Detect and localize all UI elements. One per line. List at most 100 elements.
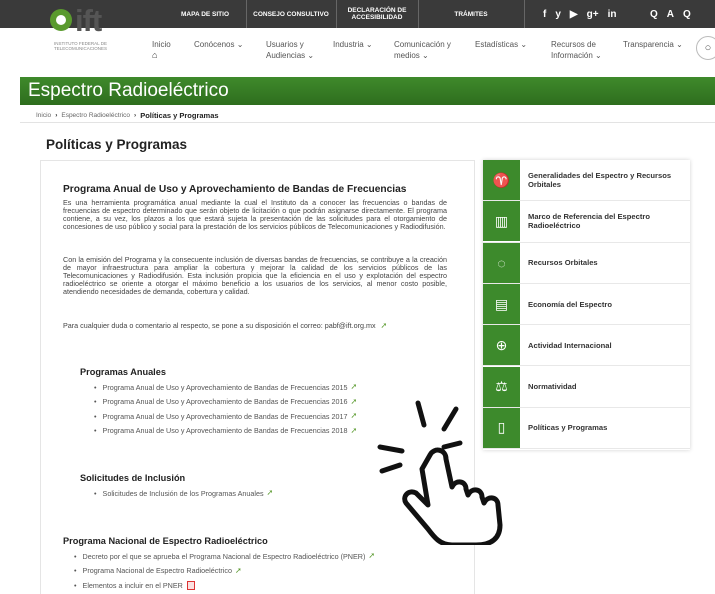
side-item-label: Economía del Espectro (528, 299, 612, 309)
zoom-out-icon[interactable]: Q (650, 9, 658, 20)
link-text: Programa Anual de Uso y Aprovechamiento … (102, 426, 348, 436)
side-item-recursos-orbitales[interactable]: ◌ Recursos Orbitales (483, 242, 690, 284)
youtube-icon[interactable]: ▶ (570, 9, 578, 20)
font-size-icon[interactable]: A (667, 9, 674, 20)
download-icon: ➚ (350, 411, 358, 421)
inclusion-requests-heading: Solicitudes de Inclusión (80, 473, 186, 483)
logo-mark-icon (50, 9, 72, 31)
intro-paragraph: Es una herramienta programática anual me… (63, 198, 447, 231)
annual-programs-list: Programa Anual de Uso y Aprovechamiento … (94, 380, 358, 438)
satellite-dish-icon: ♈ (483, 160, 520, 201)
download-icon: ➚ (350, 425, 358, 435)
chevron-down-icon: ⌄ (595, 51, 602, 60)
list-item[interactable]: Solicitudes de Inclusión de los Programa… (94, 486, 275, 501)
nav-item-industria[interactable]: Industria ⌄ (333, 39, 373, 50)
list-item[interactable]: Programa Anual de Uso y Aprovechamiento … (94, 409, 358, 424)
zoom-in-icon[interactable]: Q (683, 9, 691, 20)
nav-label: Estadísticas (475, 40, 519, 49)
nav-item-usuarios[interactable]: Usuarios y Audiencias ⌄ (266, 39, 322, 61)
side-item-marco-referencia[interactable]: ▥ Marco de Referencia del Espectro Radio… (483, 201, 690, 243)
list-item[interactable]: Programa Nacional de Espectro Radioeléct… (74, 564, 376, 579)
building-icon: ▥ (483, 201, 520, 242)
globe-icon: ⊕ (483, 325, 520, 366)
list-item[interactable]: Programa Anual de Uso y Aprovechamiento … (94, 424, 358, 439)
list-item[interactable]: Programa Anual de Uso y Aprovechamiento … (94, 380, 358, 395)
list-item[interactable]: Elementos a incluir en el PNER (74, 578, 376, 593)
orbit-icon: ◌ (483, 242, 520, 283)
side-item-label: Recursos Orbitales (528, 258, 598, 268)
procedures-link[interactable]: TRÁMITES (419, 0, 523, 28)
nav-label: Industria (333, 40, 364, 49)
link-text: Elementos a incluir en el PNER (82, 580, 183, 590)
pdf-icon (186, 580, 195, 590)
ift-logo[interactable]: ift INSTITUTO FEDERAL DE TELECOMUNICACIO… (50, 3, 140, 55)
download-icon: ➚ (350, 396, 358, 406)
chevron-down-icon: ⌄ (307, 51, 315, 60)
nav-item-transparencia[interactable]: Transparencia ⌄ (623, 39, 683, 50)
annual-programs-heading: Programas Anuales (80, 367, 166, 377)
advisory-council-link[interactable]: CONSEJO CONSULTIVO (247, 0, 335, 28)
nav-item-recursos[interactable]: Recursos de Información ⌄ (551, 39, 611, 61)
nav-label: Conócenos (194, 40, 235, 49)
link-text: Decreto por el que se aprueba el Program… (82, 551, 366, 561)
program-heading: Programa Anual de Uso y Aprovechamiento … (63, 184, 407, 195)
download-icon: ➚ (350, 382, 358, 392)
chevron-down-icon: ⌄ (365, 40, 373, 49)
accessibility-statement-link[interactable]: DECLARACIÓN DE ACCESIBILIDAD (337, 0, 417, 28)
email-link-icon[interactable]: ➚ (381, 322, 389, 330)
side-item-label: Marco de Referencia del Espectro Radioel… (528, 212, 650, 231)
inclusion-requests-list: Solicitudes de Inclusión de los Programa… (94, 486, 275, 501)
chevron-down-icon: ⌄ (236, 40, 244, 49)
pointing-hand-icon (377, 400, 503, 545)
download-icon: ➚ (234, 565, 242, 575)
link-text: Programa Anual de Uso y Aprovechamiento … (102, 382, 348, 392)
google-plus-icon[interactable]: g+ (587, 9, 599, 20)
list-item[interactable]: Decreto por el que se aprueba el Program… (74, 549, 376, 564)
search-button[interactable]: ○ (696, 36, 715, 60)
search-icon: ○ (704, 42, 712, 54)
nav-item-comunicacion[interactable]: Comunicación y medios ⌄ (394, 39, 466, 61)
side-item-actividad-internacional[interactable]: ⊕ Actividad Internacional (483, 325, 690, 367)
nav-item-estadisticas[interactable]: Estadísticas ⌄ (475, 39, 527, 50)
section-title: Espectro Radioeléctrico (28, 80, 229, 101)
nav-label: Usuarios y Audiencias (266, 40, 306, 60)
download-icon: ➚ (368, 551, 376, 561)
social-links: f y ▶ g+ in (543, 0, 616, 28)
contact-text: Para cualquier duda o comentario al resp… (63, 321, 376, 330)
side-item-economia[interactable]: ▤ Economía del Espectro (483, 283, 690, 326)
national-program-heading: Programa Nacional de Espectro Radioeléct… (63, 536, 268, 546)
nav-home-label: Inicio (152, 40, 171, 49)
chevron-down-icon: ⌄ (520, 40, 528, 49)
list-item[interactable]: Programa Anual de Uso y Aprovechamiento … (94, 395, 358, 410)
link-text: Programa Nacional de Espectro Radioeléct… (82, 566, 232, 576)
section-banner: Espectro Radioeléctrico (20, 77, 715, 105)
link-text: Programa Anual de Uso y Aprovechamiento … (102, 397, 348, 407)
contact-paragraph: Para cualquier duda o comentario al resp… (63, 322, 447, 330)
breadcrumb-espectro[interactable]: Espectro Radioeléctrico (61, 112, 130, 119)
nav-item-conocenos[interactable]: Conócenos ⌄ (194, 39, 243, 50)
side-item-label: Normatividad (528, 382, 577, 392)
breadcrumb-home[interactable]: Inicio (36, 112, 51, 119)
home-icon: ⌂ (152, 50, 158, 60)
divider (20, 122, 715, 123)
facebook-icon[interactable]: f (543, 9, 546, 20)
emission-paragraph: Con la emisión del Programa y la consecu… (63, 255, 447, 296)
side-item-label: Generalidades del Espectro y Recursos Or… (528, 171, 672, 190)
side-item-generalidades[interactable]: ♈ Generalidades del Espectro y Recursos … (483, 160, 690, 202)
divider (524, 0, 525, 28)
download-icon: ➚ (266, 488, 274, 498)
site-map-link[interactable]: MAPA DE SITIO (165, 0, 245, 28)
chevron-right-icon: › (134, 112, 137, 119)
accessibility-controls: Q A Q (650, 0, 691, 28)
nav-label: Recursos de Información (551, 40, 596, 60)
twitter-icon[interactable]: y (555, 9, 561, 20)
nav-home[interactable]: Inicio ⌂ (152, 39, 171, 61)
national-program-list: Decreto por el que se aprueba el Program… (74, 549, 376, 593)
side-item-label: Políticas y Programas (528, 423, 608, 433)
linkedin-icon[interactable]: in (608, 9, 617, 20)
nav-label: Transparencia (623, 40, 674, 49)
breadcrumb: Inicio › Espectro Radioeléctrico › Polít… (36, 111, 219, 120)
chevron-right-icon: › (55, 112, 58, 119)
chevron-down-icon: ⌄ (422, 51, 429, 60)
link-text: Solicitudes de Inclusión de los Programa… (102, 488, 264, 498)
